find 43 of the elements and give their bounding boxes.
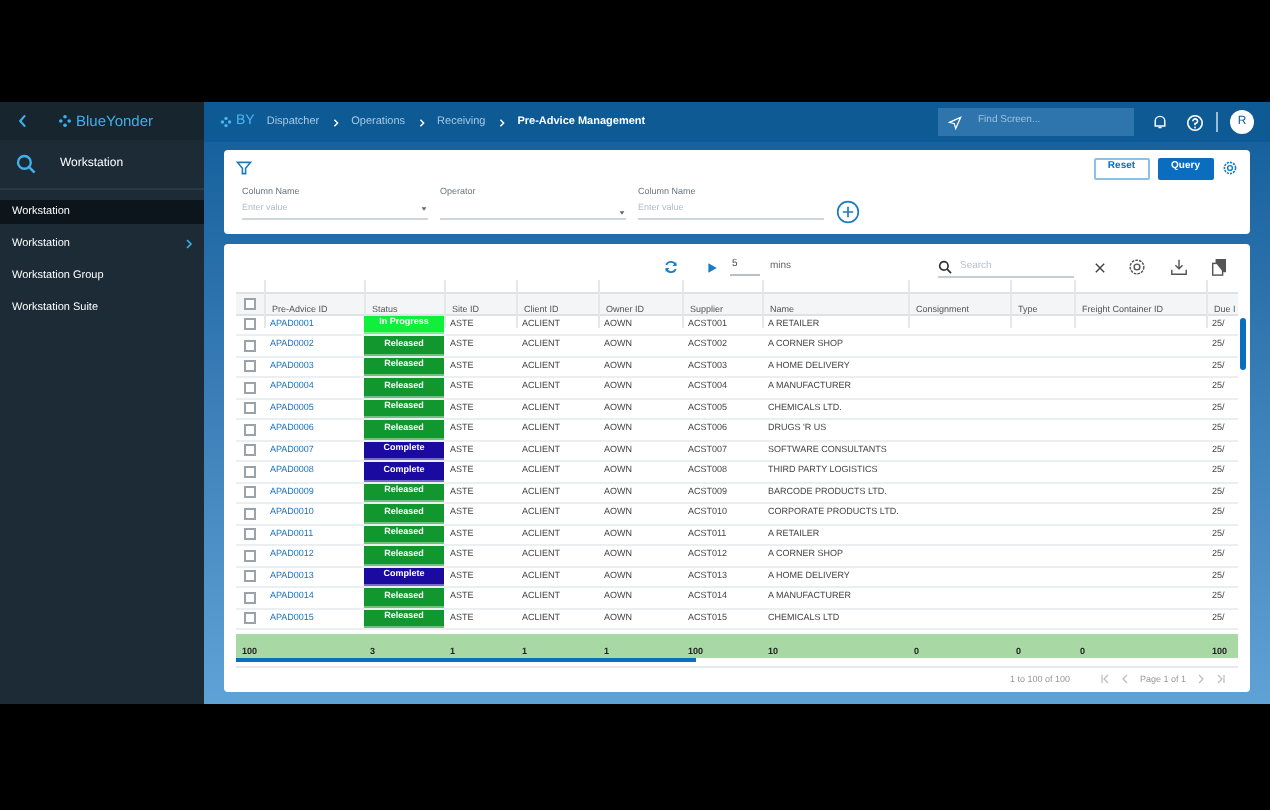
last-page-icon[interactable]	[1216, 674, 1226, 685]
checkbox[interactable]	[244, 549, 256, 562]
settings-icon[interactable]	[1222, 160, 1238, 176]
logo-icon	[58, 114, 72, 128]
checkbox[interactable]	[244, 360, 256, 373]
checkbox[interactable]	[244, 381, 256, 394]
download-icon[interactable]	[1170, 258, 1188, 277]
refresh-icon[interactable]	[664, 260, 678, 275]
search-icon	[938, 259, 952, 274]
checkbox[interactable]	[244, 507, 256, 520]
checkbox[interactable]	[244, 612, 256, 625]
close-icon[interactable]	[1094, 261, 1106, 274]
chevron-icon	[331, 117, 340, 127]
add-icon[interactable]	[836, 200, 860, 224]
chevron-icon	[184, 238, 194, 250]
horizontal-scrollbar-thumb[interactable]	[236, 657, 696, 662]
play-icon[interactable]	[706, 261, 718, 274]
checkbox[interactable]	[244, 423, 256, 436]
first-page-icon[interactable]	[1099, 674, 1110, 685]
previous-page-icon[interactable]	[1119, 674, 1130, 685]
checkbox[interactable]	[244, 570, 256, 583]
send-icon	[948, 115, 962, 129]
checkbox[interactable]	[244, 486, 256, 499]
checkbox[interactable]	[244, 591, 256, 604]
search-icon[interactable]	[16, 154, 36, 174]
scrollbar-thumb[interactable]	[1240, 317, 1246, 370]
filter-icon[interactable]	[236, 160, 252, 176]
back-icon[interactable]	[16, 114, 30, 128]
logo-icon	[220, 116, 232, 128]
bell-icon[interactable]	[1152, 114, 1168, 130]
checkbox[interactable]	[244, 297, 256, 310]
copy-icon[interactable]	[1210, 258, 1228, 277]
help-icon[interactable]	[1186, 113, 1204, 131]
checkbox[interactable]	[244, 402, 256, 415]
checkbox[interactable]	[244, 339, 256, 352]
settings-icon[interactable]	[1128, 258, 1146, 277]
next-page-icon[interactable]	[1196, 674, 1206, 685]
checkbox[interactable]	[244, 528, 256, 541]
chevron-icon	[417, 117, 426, 127]
chevron-icon	[497, 117, 506, 127]
checkbox[interactable]	[244, 318, 256, 331]
checkbox[interactable]	[244, 444, 256, 457]
checkbox[interactable]	[244, 465, 256, 478]
